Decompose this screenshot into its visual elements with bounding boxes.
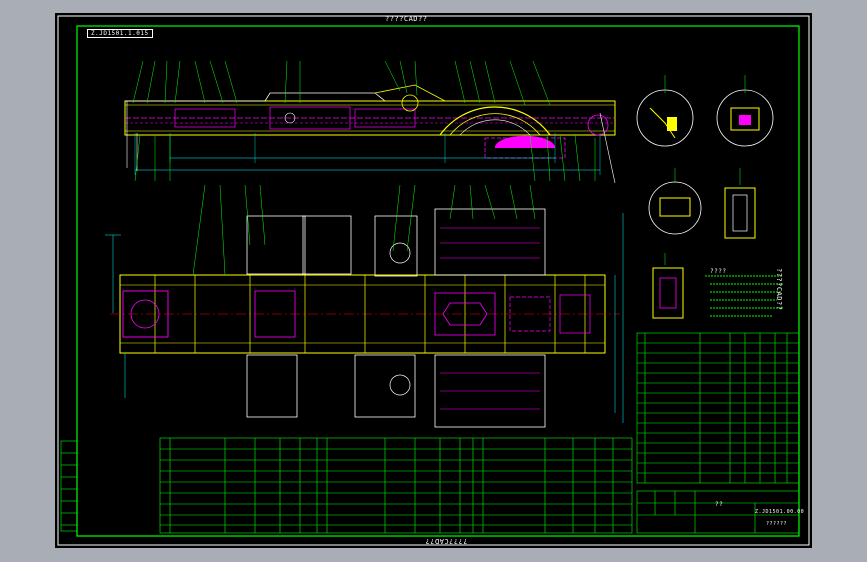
top-title: ????CAD?? [385, 15, 428, 23]
side-title: ????CAD?? [775, 268, 783, 311]
drawing-sheet: ????CAD?? ????CAD?? ????CAD?? Z.JD1501.1… [55, 13, 812, 548]
side-elevation-view [124, 60, 616, 184]
technical-notes [705, 275, 783, 317]
detail-views [636, 75, 774, 319]
cad-drawing [57, 15, 810, 546]
revision-strip [60, 440, 78, 532]
plan-view [105, 184, 624, 428]
inner-frame [76, 25, 800, 537]
parts-list-bottom [159, 437, 633, 534]
parts-list-right [636, 332, 800, 484]
outer-frame [57, 15, 810, 546]
title-block-drawing-no: Z.JD1501.00.00 [755, 509, 805, 515]
sheet-code: Z.JD1501.1.015 [87, 29, 153, 38]
title-block-scale: ?????? [766, 521, 788, 527]
bottom-title: ????CAD?? [425, 537, 468, 545]
title-block-name: ?? [715, 501, 724, 508]
technical-notes-title: ???? [710, 268, 727, 275]
